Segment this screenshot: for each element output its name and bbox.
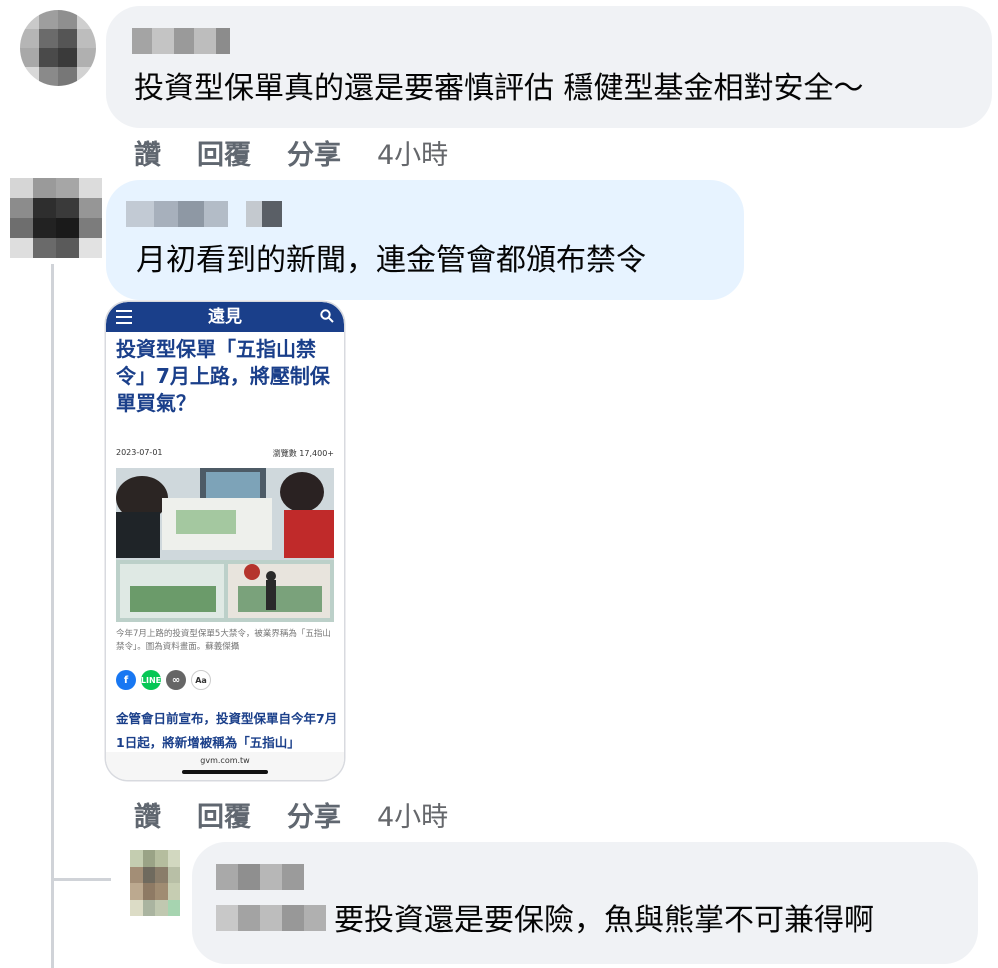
font-size-icon[interactable]: Aa — [191, 670, 211, 690]
share-icons: f LINE ∞ Aa — [116, 670, 211, 690]
line-icon[interactable]: LINE — [141, 670, 161, 690]
reply-button[interactable]: 回覆 — [197, 133, 251, 172]
reply-button[interactable]: 回覆 — [197, 795, 251, 834]
avatar[interactable] — [10, 178, 102, 258]
article-title: 投資型保單「五指山禁令」7月上路，將壓制保單買氣？ — [116, 337, 330, 415]
mentioned-name-blurred[interactable] — [216, 905, 326, 931]
article-photo — [116, 468, 334, 622]
browser-footer: gvm.com.tw — [106, 752, 344, 780]
comment-thread: 投資型保單真的還是要審慎評估 穩健型基金相對安全～ 讚 回覆 分享 4小時 月初… — [0, 0, 998, 968]
avatar[interactable] — [20, 10, 96, 86]
photo-caption: 今年7月上路的投資型保單5大禁令，被業界稱為「五指山禁令」。圖為資料畫面。蘇義傑… — [116, 629, 331, 652]
timestamp[interactable]: 4小時 — [377, 133, 448, 172]
like-button[interactable]: 讚 — [134, 795, 161, 834]
article-header-bar: 遠見 — [106, 302, 344, 332]
facebook-icon[interactable]: f — [116, 670, 136, 690]
comment-actions: 讚 回覆 分享 4小時 — [134, 794, 448, 834]
search-icon — [320, 309, 334, 323]
commenter-name-blurred[interactable] — [216, 864, 304, 890]
article-image-attachment[interactable]: 遠見 投資型保單「五指山禁令」7月上路，將壓制保單買氣？ 2023-07-01 … — [106, 302, 344, 780]
share-button[interactable]: 分享 — [287, 795, 341, 834]
comment-actions: 讚 回覆 分享 4小時 — [134, 132, 448, 172]
timestamp[interactable]: 4小時 — [377, 795, 448, 834]
like-button[interactable]: 讚 — [134, 133, 161, 172]
menu-icon — [116, 310, 132, 324]
comment-text: 月初看到的新聞，連金管會都頒布禁令 — [136, 243, 646, 278]
thread-line-branch — [51, 878, 111, 881]
avatar[interactable] — [130, 850, 180, 916]
article-url: gvm.com.tw — [200, 756, 250, 765]
comment-text: 要投資還是要保險，魚與熊掌不可兼得啊 — [334, 903, 874, 938]
photo-illustration — [116, 468, 334, 622]
article-date: 2023-07-01 — [116, 448, 163, 457]
comment-bubble — [106, 6, 992, 128]
article-body-excerpt: 金管會日前宣布，投資型保單自今年7月1日起，將新增被稱為「五指山」 — [116, 711, 338, 750]
home-indicator — [182, 770, 268, 774]
article-views: 瀏覽數 17,400+ — [272, 449, 334, 458]
thread-line — [51, 264, 54, 968]
comment-bubble — [106, 180, 744, 300]
share-button[interactable]: 分享 — [287, 133, 341, 172]
link-icon[interactable]: ∞ — [166, 670, 186, 690]
publication-logo: 遠見 — [208, 307, 242, 327]
commenter-name-blurred[interactable] — [126, 201, 282, 227]
commenter-name-blurred[interactable] — [132, 28, 230, 54]
comment-text: 投資型保單真的還是要審慎評估 穩健型基金相對安全～ — [134, 71, 864, 106]
